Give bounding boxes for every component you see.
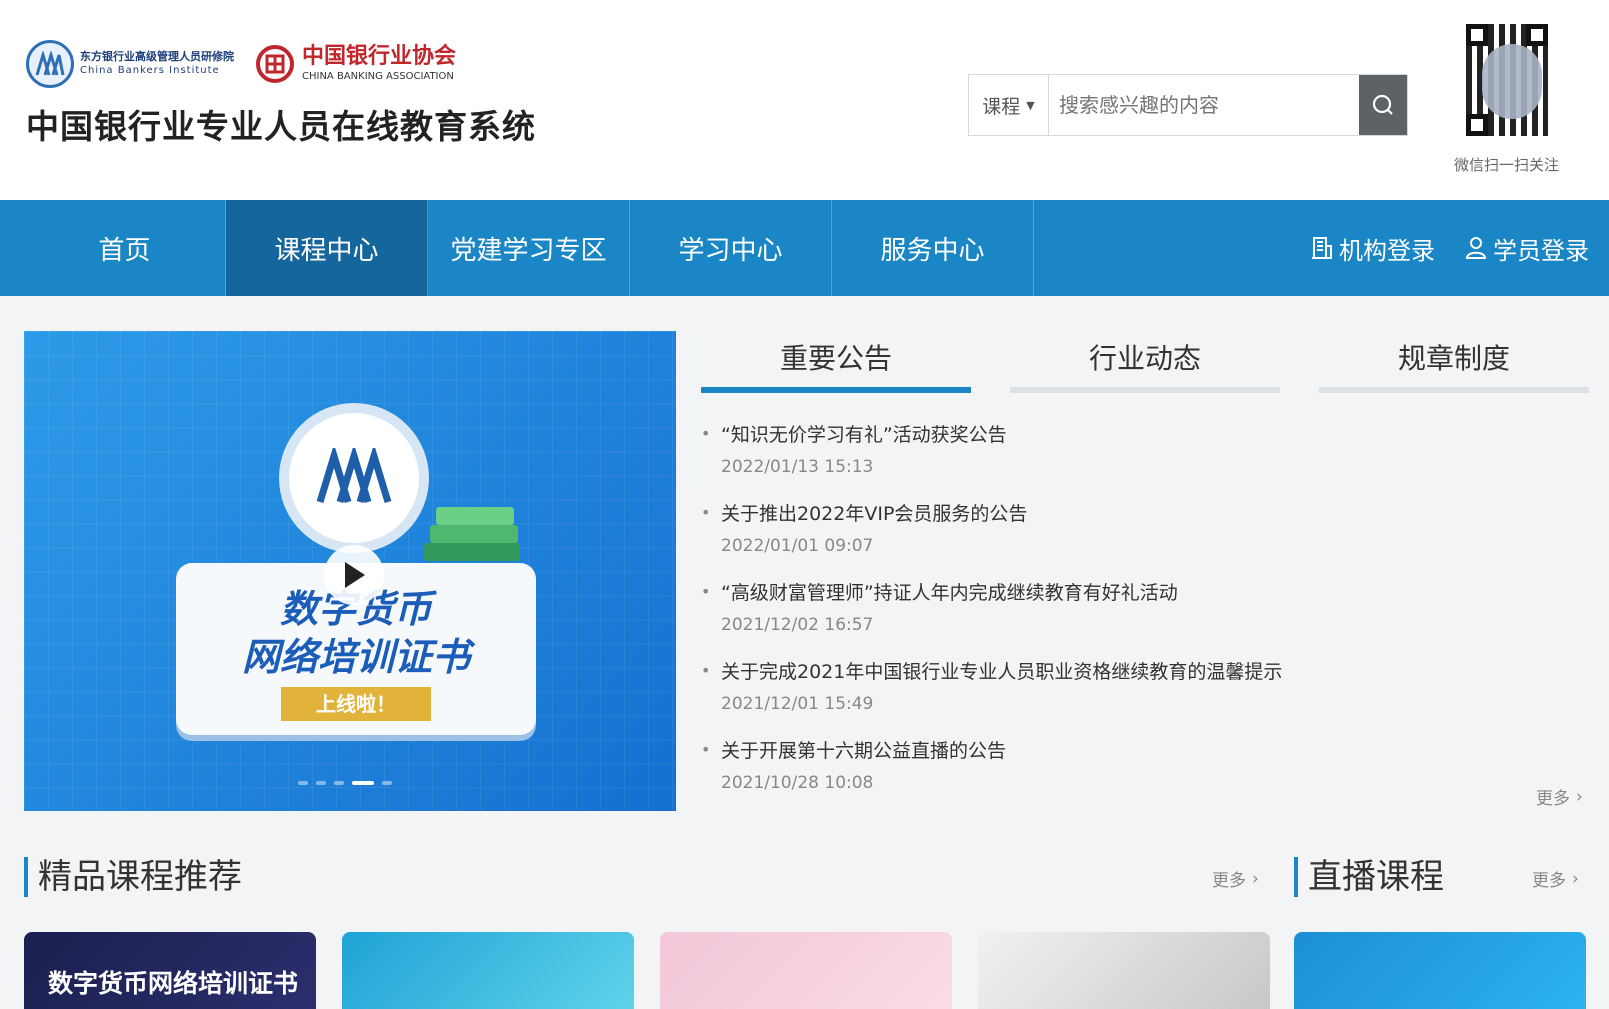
user-icon (1465, 237, 1487, 259)
nav-item-service-center[interactable]: 服务中心 (832, 200, 1034, 296)
nav-item-home[interactable]: 首页 (24, 200, 226, 296)
chevron-right-icon: › (1252, 868, 1259, 889)
notices-more-link[interactable]: 更多 › (1536, 784, 1583, 810)
org-login-link[interactable]: 机构登录 (1311, 231, 1435, 266)
carousel-dot[interactable] (382, 781, 392, 785)
more-label: 更多 (1532, 871, 1566, 891)
cba-logo: 中国银行业协会 CHINA BANKING ASSOCIATION (256, 44, 456, 84)
list-item[interactable]: “高级财富管理师”持证人年内完成继续教育有好礼活动 2021/12/02 16:… (701, 578, 1401, 657)
cba-name-cn: 中国银行业协会 (302, 44, 457, 69)
site-title: 中国银行业专业人员在线教育系统 (26, 107, 536, 146)
notice-date: 2022/01/01 09:07 (721, 536, 874, 556)
live-course-card[interactable] (1294, 932, 1586, 1009)
notice-list: “知识无价学习有礼”活动获奖公告 2022/01/13 15:13 关于推出20… (701, 420, 1401, 815)
featured-more-link[interactable]: 更多 › (1212, 866, 1259, 892)
notice-tabs: 重要公告 行业动态 规章制度 (701, 331, 1589, 393)
featured-courses-title: 精品课程推荐 (24, 857, 242, 897)
qr-code-image (1462, 20, 1552, 140)
carousel-dot[interactable] (316, 781, 326, 785)
carousel-dot[interactable] (334, 781, 344, 785)
cba-logo-icon (256, 45, 294, 83)
list-item[interactable]: “知识无价学习有礼”活动获奖公告 2022/01/13 15:13 (701, 420, 1401, 499)
search-button[interactable] (1359, 75, 1407, 135)
course-card[interactable] (978, 932, 1270, 1009)
notice-title[interactable]: “知识无价学习有礼”活动获奖公告 (721, 420, 1401, 450)
student-login-label: 学员登录 (1493, 236, 1589, 265)
banner-tag: 上线啦！ (281, 687, 431, 721)
notice-title[interactable]: 关于开展第十六期公益直播的公告 (721, 736, 1401, 766)
banner-headline-2: 网络培训证书 (241, 635, 470, 679)
notice-date: 2021/12/02 16:57 (721, 615, 874, 635)
search-bar: 课程 ▼ (968, 74, 1408, 136)
wechat-qr: 微信扫一扫关注 (1454, 20, 1559, 175)
live-more-link[interactable]: 更多 › (1532, 866, 1579, 892)
notice-title[interactable]: 关于推出2022年VIP会员服务的公告 (721, 499, 1401, 529)
nav-item-learning-center[interactable]: 学习中心 (630, 200, 832, 296)
notice-title[interactable]: “高级财富管理师”持证人年内完成继续教育有好礼活动 (721, 578, 1401, 608)
chevron-right-icon: › (1572, 868, 1579, 889)
hero-banner[interactable]: 数字货币 网络培训证书 上线啦！ (24, 331, 676, 811)
more-label: 更多 (1212, 871, 1246, 891)
caret-down-icon: ▼ (1026, 98, 1035, 112)
nav-items: 首页 课程中心 党建学习专区 学习中心 服务中心 (24, 200, 1034, 296)
carousel-dot[interactable] (298, 781, 308, 785)
tab-important-notices[interactable]: 重要公告 (701, 331, 971, 393)
cba-name-en: CHINA BANKING ASSOCIATION (302, 71, 454, 82)
cbi-name-en: China Bankers Institute (80, 65, 220, 76)
carousel-dot-active[interactable] (352, 781, 374, 785)
notice-title[interactable]: 关于完成2021年中国银行业专业人员职业资格继续教育的温馨提示 (721, 657, 1401, 687)
cbi-text: 东方银行业高级管理人员研修院 China Bankers Institute (80, 50, 234, 78)
main-nav: 首页 课程中心 党建学习专区 学习中心 服务中心 机构登录 学员登录 (0, 200, 1609, 296)
notice-date: 2022/01/13 15:13 (721, 457, 874, 477)
logo-area[interactable]: 东方银行业高级管理人员研修院 China Bankers Institute 中… (26, 40, 536, 148)
building-icon (1312, 237, 1332, 259)
course-card-title: 数字货币网络培训证书 (48, 969, 299, 998)
course-card[interactable] (660, 932, 952, 1009)
carousel-dots (298, 781, 392, 785)
tab-industry-news[interactable]: 行业动态 (1010, 331, 1280, 393)
partner-logos: 东方银行业高级管理人员研修院 China Bankers Institute 中… (26, 40, 536, 88)
more-label: 更多 (1536, 789, 1570, 809)
chevron-right-icon: › (1576, 786, 1583, 807)
notice-date: 2021/10/28 10:08 (721, 773, 874, 793)
qr-label: 微信扫一扫关注 (1454, 156, 1560, 174)
search-icon (1372, 94, 1393, 115)
tab-regulations[interactable]: 规章制度 (1319, 331, 1589, 393)
live-courses-title: 直播课程 (1294, 857, 1444, 897)
list-item[interactable]: 关于推出2022年VIP会员服务的公告 2022/01/01 09:07 (701, 499, 1401, 578)
nav-item-courses[interactable]: 课程中心 (226, 200, 428, 296)
login-links: 机构登录 学员登录 (1311, 200, 1589, 296)
search-category-label: 课程 (982, 95, 1021, 118)
course-card[interactable]: 数字货币网络培训证书 (24, 932, 316, 1009)
search-category-select[interactable]: 课程 ▼ (969, 75, 1049, 135)
cbi-emblem-icon (279, 403, 429, 553)
org-login-label: 机构登录 (1339, 236, 1435, 265)
play-button[interactable] (324, 545, 384, 605)
play-icon (345, 562, 365, 588)
site-header: 东方银行业高级管理人员研修院 China Bankers Institute 中… (0, 0, 1609, 200)
cba-text: 中国银行业协会 CHINA BANKING ASSOCIATION (302, 44, 456, 84)
course-card[interactable] (342, 932, 634, 1009)
list-item[interactable]: 关于开展第十六期公益直播的公告 2021/10/28 10:08 (701, 736, 1401, 815)
nav-item-party-study[interactable]: 党建学习专区 (428, 200, 630, 296)
cbi-name-cn: 东方银行业高级管理人员研修院 (80, 50, 234, 63)
search-input[interactable] (1049, 75, 1359, 135)
notice-date: 2021/12/01 15:49 (721, 694, 874, 714)
list-item[interactable]: 关于完成2021年中国银行业专业人员职业资格继续教育的温馨提示 2021/12/… (701, 657, 1401, 736)
student-login-link[interactable]: 学员登录 (1465, 231, 1589, 266)
cbi-logo-icon (26, 40, 74, 88)
